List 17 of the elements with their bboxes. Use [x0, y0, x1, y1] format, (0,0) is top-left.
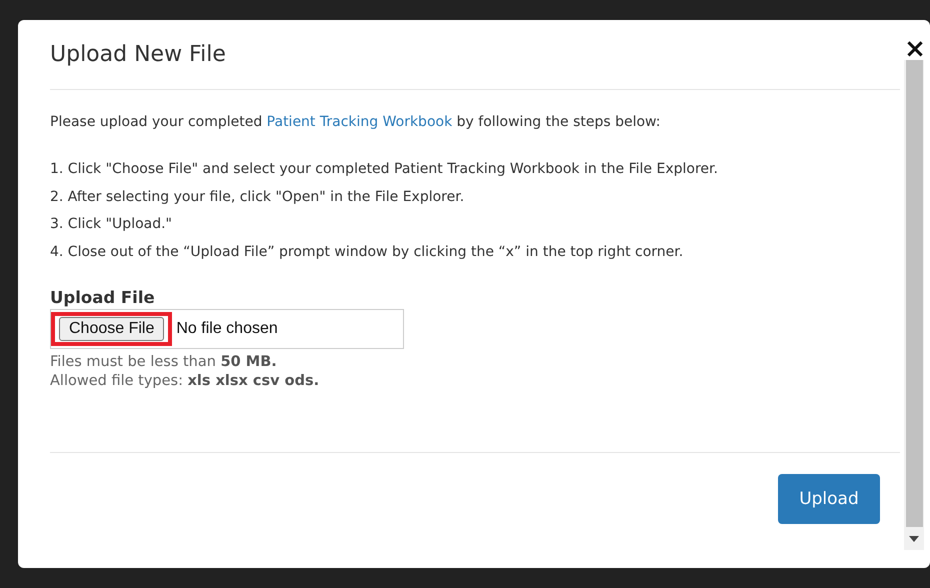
- help-text: Files must be less than 50 MB.: [50, 353, 278, 372]
- step-text: 1. Click "Choose File" and select your completed Patient Tracking Workbook in the File Explorer.: [50, 160, 719, 179]
- step-text: 3. Click "Upload.": [50, 215, 174, 234]
- close-button[interactable]: ×: [904, 38, 926, 60]
- step-text: 2. After selecting your file, click "Open" in the File Explorer.: [50, 188, 466, 206]
- choose-file-button[interactable]: Choose File: [59, 317, 164, 341]
- workbook-link[interactable]: Patient Tracking Workbook: [266, 114, 452, 130]
- upload-label: Upload File: [50, 288, 156, 307]
- file-status: No file chosen: [176, 320, 278, 338]
- upload-button[interactable]: Upload: [778, 474, 880, 524]
- scrollbar[interactable]: [904, 60, 924, 550]
- intro-text: Please upload your completed Patient Tracking Workbook by following the steps below:: [50, 114, 662, 130]
- help-text: Allowed file types: xls xlsx csv ods.: [50, 372, 320, 391]
- file-input[interactable]: Choose File No file chosen: [50, 309, 404, 349]
- step-text: 4. Close out of the “Upload File” prompt window by clicking the “x” in the top right corner.: [50, 242, 684, 262]
- dialog-title: Upload New File: [50, 42, 226, 67]
- scroll-down-icon[interactable]: [909, 536, 919, 542]
